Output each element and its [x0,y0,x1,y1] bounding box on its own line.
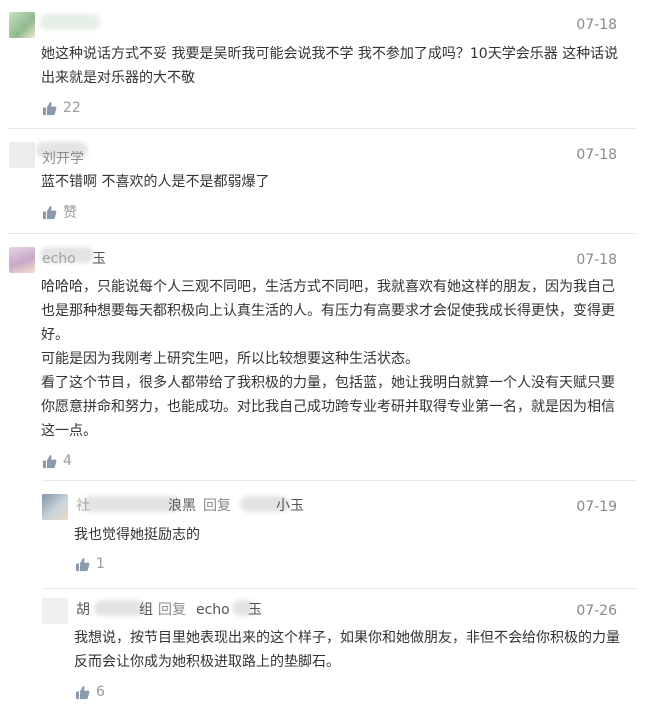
thumbs-up-icon [42,101,57,116]
reply-date: 07-26 [576,603,617,619]
avatar[interactable] [42,598,68,624]
username-part[interactable]: 胡 [76,601,90,619]
comment-date: 07-18 [576,17,617,33]
like-button[interactable]: 22 [42,99,81,117]
divider [42,588,637,589]
comment-item: echo 玉 07-18 哈哈哈，只能说每个人三观不同吧，生活方式不同吧，我就喜… [0,235,645,480]
reply-item: 胡 组 回复 echo 玉 07-26 我想说，按节目里她表现出来的这个样子，如… [0,590,645,716]
thumbs-up-icon [75,557,90,572]
reply-target-part[interactable]: 玉 [248,601,262,619]
thumbs-up-icon [42,454,57,469]
like-button[interactable]: 1 [75,555,105,573]
like-count: 22 [63,100,81,116]
divider [8,233,637,234]
reply-item: 社 浪黑 回复 小玉 07-19 我也觉得她挺励志的 1 [0,482,645,587]
reply-text: 我想说，按节目里她表现出来的这个样子，如果你和她做朋友，非但不会给你积极的力量反… [74,630,620,670]
like-button[interactable]: 4 [42,452,72,470]
comment-text: 她这种说话方式不妥 我要是吴昕我可能会说我不学 我不参加了成吗？10天学会乐器 … [41,46,619,86]
reply-text: 我也觉得她挺励志的 [74,527,200,543]
comment-date: 07-18 [576,252,617,268]
reply-label: 回复 [203,498,231,514]
like-count: 6 [96,684,105,700]
comment-item: 07-18 她这种说话方式不妥 我要是吴昕我可能会说我不学 我不参加了成吗？10… [0,0,645,130]
divider [42,480,637,481]
avatar[interactable] [42,494,68,520]
like-button[interactable]: 6 [75,683,105,701]
username[interactable]: 刘开学 [42,150,84,168]
comment-paragraph: 看了这个节目，很多人都带给了我积极的力量，包括蓝，她让我明白就算一个人没有天赋只… [41,375,615,439]
like-count: 1 [96,556,105,572]
reply-date: 07-19 [576,499,617,515]
comment-text: 蓝不错啊 不喜欢的人是不是都弱爆了 [41,174,270,190]
comment-paragraph: 哈哈哈，只能说每个人三观不同吧，生活方式不同吧，我就喜欢有她这样的朋友，因为我自… [41,279,615,343]
username-part[interactable]: 玉 [92,250,106,268]
like-label: 赞 [63,205,77,221]
comment-date: 07-18 [576,147,617,163]
reply-target[interactable]: 小玉 [276,497,304,515]
username-part[interactable]: 组 [139,601,153,619]
avatar[interactable] [9,142,35,168]
username-part[interactable]: 浪黑 [168,497,196,515]
reply-label: 回复 [158,602,186,618]
thumbs-up-icon [75,685,90,700]
username-part[interactable]: 社 [76,497,90,515]
comment-paragraph: 可能是因为我刚考上研究生吧，所以比较想要这种生活状态。 [41,351,419,367]
thumbs-up-icon [42,205,57,220]
reply-target-part[interactable]: echo [196,601,230,619]
comment-text: 哈哈哈，只能说每个人三观不同吧，生活方式不同吧，我就喜欢有她这样的朋友，因为我自… [41,275,621,443]
like-button[interactable]: 赞 [42,203,77,221]
username-redacted [94,600,144,616]
divider [8,128,637,129]
username-part[interactable]: echo [42,250,76,268]
like-count: 4 [63,453,72,469]
avatar[interactable] [9,247,35,273]
avatar[interactable] [9,12,35,38]
username-redacted [40,14,100,30]
username-redacted [82,496,180,512]
comment-item: 刘开学 07-18 蓝不错啊 不喜欢的人是不是都弱爆了 赞 [0,130,645,235]
